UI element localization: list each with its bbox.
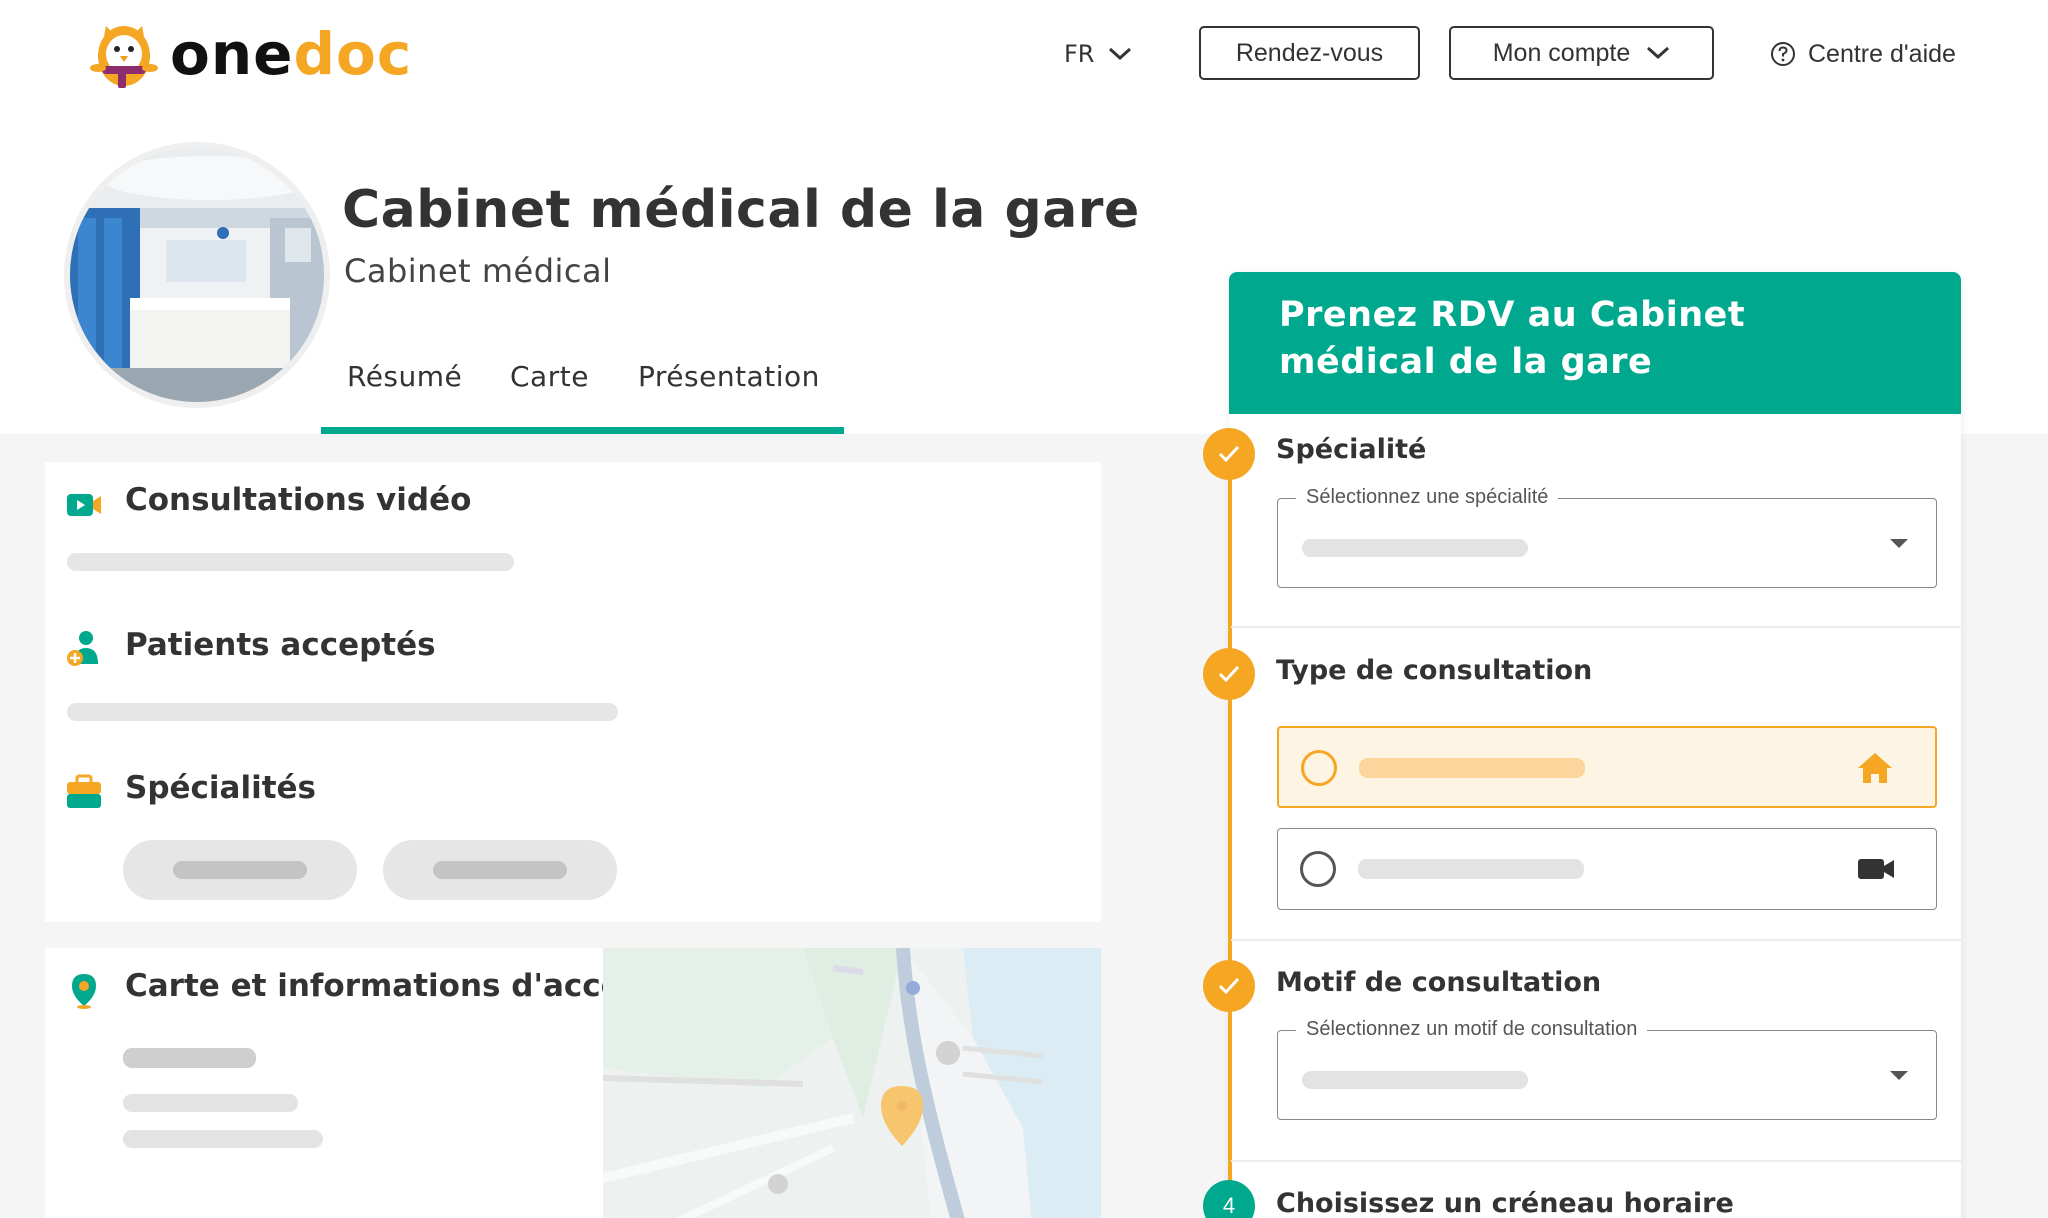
step-time-slot-title: Choisissez un créneau horaire xyxy=(1276,1188,1734,1218)
video-camera-icon xyxy=(67,494,101,516)
step-specialty-title: Spécialité xyxy=(1276,434,1427,465)
help-center-link[interactable]: Centre d'aide xyxy=(1770,32,1956,76)
option-label-placeholder xyxy=(1359,758,1585,778)
step-consultation-type-title: Type de consultation xyxy=(1276,655,1593,686)
specialty-chip-placeholder xyxy=(433,861,567,879)
clinic-avatar xyxy=(64,142,330,408)
chevron-down-icon xyxy=(1109,47,1132,61)
home-icon xyxy=(1858,753,1892,783)
checkmark-icon xyxy=(1218,665,1240,683)
location-pin-icon xyxy=(72,974,96,1009)
briefcase-icon xyxy=(67,774,101,808)
radio-button[interactable] xyxy=(1301,750,1337,786)
booking-title: Prenez RDV au Cabinet médical de la gare xyxy=(1279,295,1746,382)
specialty-chip-placeholder xyxy=(173,861,307,879)
question-circle-icon xyxy=(1771,42,1795,66)
step-2-done-indicator xyxy=(1203,648,1255,700)
tab-carte[interactable]: Carte xyxy=(510,360,589,393)
clinic-name: Cabinet médical de la gare xyxy=(342,180,1140,240)
step-3-done-indicator xyxy=(1203,960,1255,1012)
consultation-reason-select-label: Sélectionnez un motif de consultation xyxy=(1296,1018,1648,1041)
booking-header: Prenez RDV au Cabinet médical de la gare xyxy=(1229,272,1961,414)
dropdown-arrow-icon xyxy=(1890,539,1908,548)
map-access-card: Carte et informations d'accès xyxy=(45,948,1101,1218)
address-placeholder xyxy=(123,1048,256,1068)
step-1-done-indicator xyxy=(1203,428,1255,480)
specialty-chip[interactable] xyxy=(383,840,617,900)
video-consultations-placeholder xyxy=(67,553,514,571)
onedoc-logo[interactable]: onedoc xyxy=(84,16,412,92)
address-placeholder xyxy=(123,1130,323,1148)
step-divider xyxy=(1231,626,1961,628)
option-label-placeholder xyxy=(1358,859,1584,879)
tab-resume[interactable]: Résumé xyxy=(347,360,462,393)
map-access-title: Carte et informations d'accès xyxy=(125,968,641,1004)
info-card: Consultations vidéo Patients acceptés Sp… xyxy=(45,462,1101,922)
clinic-reception-photo xyxy=(70,148,324,402)
specialties-title: Spécialités xyxy=(125,770,317,806)
location-map[interactable] xyxy=(603,948,1101,1218)
reason-select-value-placeholder xyxy=(1302,1071,1528,1089)
appointments-button[interactable]: Rendez-vous xyxy=(1199,26,1420,80)
dropdown-arrow-icon xyxy=(1890,1071,1908,1080)
specialty-select[interactable]: Sélectionnez une spécialité xyxy=(1277,486,1937,588)
radio-button[interactable] xyxy=(1300,851,1336,887)
language-label: FR xyxy=(1064,40,1095,68)
account-menu-button[interactable]: Mon compte xyxy=(1449,26,1714,80)
patient-icon xyxy=(67,631,98,666)
step-divider xyxy=(1231,939,1961,941)
language-selector[interactable]: FR xyxy=(1064,32,1132,76)
specialty-chip[interactable] xyxy=(123,840,357,900)
patients-accepted-placeholder xyxy=(67,703,618,721)
specialty-select-value-placeholder xyxy=(1302,539,1528,557)
logo-text-doc: doc xyxy=(293,20,413,88)
active-tab-indicator xyxy=(321,427,844,434)
consultation-type-option-in-person[interactable] xyxy=(1277,726,1937,808)
consultation-reason-select[interactable]: Sélectionnez un motif de consultation xyxy=(1277,1018,1937,1120)
tab-presentation[interactable]: Présentation xyxy=(638,360,820,393)
patients-accepted-title: Patients acceptés xyxy=(125,627,436,663)
address-placeholder xyxy=(123,1094,298,1112)
consultation-type-option-video[interactable] xyxy=(1277,828,1937,910)
help-center-label: Centre d'aide xyxy=(1808,39,1956,68)
steps-progress-line xyxy=(1228,454,1232,1218)
clinic-type: Cabinet médical xyxy=(344,252,612,290)
penguin-mascot-icon xyxy=(90,26,158,88)
specialty-select-label: Sélectionnez une spécialité xyxy=(1296,486,1559,509)
step-divider xyxy=(1231,1160,1961,1162)
checkmark-icon xyxy=(1218,445,1240,463)
chevron-down-icon xyxy=(1647,46,1670,60)
checkmark-icon xyxy=(1218,977,1240,995)
video-camera-icon xyxy=(1858,859,1894,879)
step-reason-title: Motif de consultation xyxy=(1276,967,1602,998)
account-button-label: Mon compte xyxy=(1492,38,1631,67)
profile-tabs: Résumé Carte Présentation xyxy=(321,348,844,434)
logo-text-one: one xyxy=(170,20,294,88)
video-consultations-title: Consultations vidéo xyxy=(125,482,472,518)
